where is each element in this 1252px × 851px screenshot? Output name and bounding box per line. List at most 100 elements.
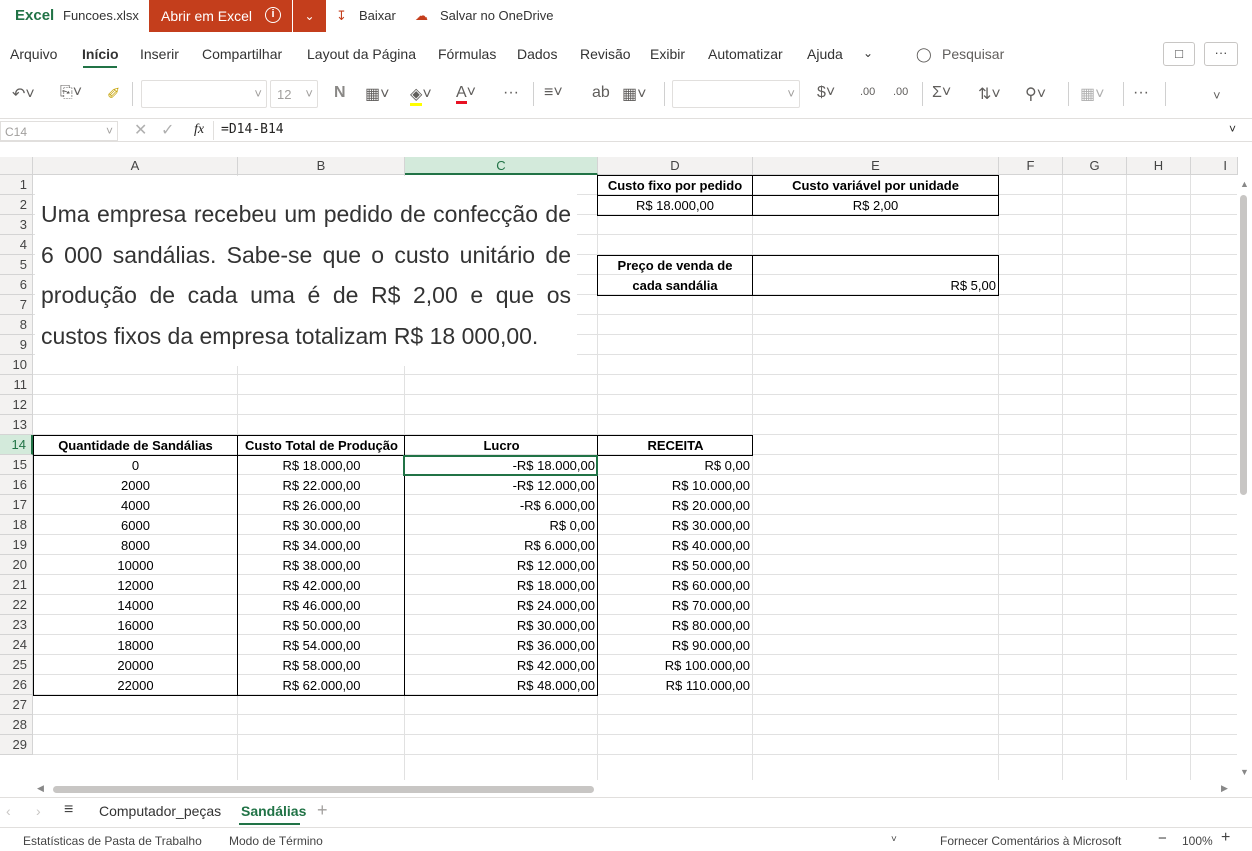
cell-d5[interactable]: Preço de venda de cada sandália (598, 256, 752, 296)
row-header-8[interactable]: 8 (0, 315, 33, 335)
cell-d1[interactable]: Custo fixo por pedido (598, 176, 752, 196)
column-header-h[interactable]: H (1127, 157, 1191, 175)
row-header-26[interactable]: 26 (0, 675, 33, 695)
row-header-9[interactable]: 9 (0, 335, 33, 355)
tab-ajuda[interactable]: Ajuda (807, 46, 843, 62)
zoom-level[interactable]: 100% (1182, 834, 1213, 848)
row-header-17[interactable]: 17 (0, 495, 33, 515)
table-cell-revenue[interactable]: R$ 20.000,00 (599, 496, 752, 516)
row-header-3[interactable]: 3 (0, 215, 33, 235)
confirm-icon[interactable]: ✓ (161, 120, 174, 140)
select-all-corner[interactable] (0, 157, 33, 175)
horizontal-scrollbar[interactable]: ◀ ▶ (33, 782, 1237, 796)
tab-automatizar[interactable]: Automatizar (708, 46, 783, 62)
cell-e5[interactable]: R$ 5,00 (753, 276, 998, 296)
table-cell-revenue[interactable]: R$ 10.000,00 (599, 476, 752, 496)
cancel-icon[interactable]: ✕ (134, 120, 147, 140)
borders-icon[interactable]: ▦˅ (365, 84, 389, 104)
row-header-12[interactable]: 12 (0, 395, 33, 415)
table-header-revenue[interactable]: RECEITA (599, 436, 752, 456)
column-header-d[interactable]: D (598, 157, 753, 175)
table-cell-revenue[interactable]: R$ 110.000,00 (599, 676, 752, 696)
sheet-tab-computador[interactable]: Computador_peças (99, 803, 221, 819)
table-cell-revenue[interactable]: R$ 40.000,00 (599, 536, 752, 556)
all-sheets-menu-icon[interactable]: ≡ (64, 801, 73, 819)
table-cell-revenue[interactable]: R$ 0,00 (599, 456, 752, 476)
vertical-scrollbar[interactable]: ▲ ▼ (1237, 175, 1252, 783)
increase-decimal-icon[interactable]: .00 (893, 86, 908, 98)
number-format-dropdown[interactable]: ˅ (672, 80, 800, 108)
tab-arquivo[interactable]: Arquivo (10, 46, 57, 62)
font-family-dropdown[interactable]: ˅ (141, 80, 267, 108)
open-options-chevron-icon[interactable]: ⌄ (293, 0, 326, 32)
row-header-15[interactable]: 15 (0, 455, 33, 475)
column-header-a[interactable]: A (33, 157, 238, 175)
row-header-28[interactable]: 28 (0, 715, 33, 735)
align-icon[interactable]: ≡˅ (544, 84, 563, 102)
row-header-4[interactable]: 4 (0, 235, 33, 255)
row-header-27[interactable]: 27 (0, 695, 33, 715)
row-header-2[interactable]: 2 (0, 195, 33, 215)
table-cell-revenue[interactable]: R$ 30.000,00 (599, 516, 752, 536)
zoom-in-icon[interactable]: + (1221, 829, 1230, 847)
table-cell-revenue[interactable]: R$ 100.000,00 (599, 656, 752, 676)
fill-color-icon[interactable]: ◈˅ (410, 84, 432, 106)
comments-icon[interactable]: □ (1163, 42, 1195, 66)
row-header-5[interactable]: 5 (0, 255, 33, 275)
tab-dados[interactable]: Dados (517, 46, 557, 62)
autosum-icon[interactable]: Σ˅ (932, 84, 951, 102)
more-font-options-icon[interactable]: ··· (503, 84, 519, 102)
search-box[interactable]: Pesquisar (942, 46, 1004, 62)
save-onedrive-link[interactable]: Salvar no OneDrive (440, 8, 553, 23)
paste-icon[interactable]: ⎘˅ (60, 84, 82, 102)
row-header-20[interactable]: 20 (0, 555, 33, 575)
decrease-decimal-icon[interactable]: .00 (860, 86, 875, 98)
formula-input[interactable]: =D14-B14 (221, 122, 284, 137)
status-chevron-icon[interactable]: ˅ (891, 834, 897, 845)
add-sheet-icon[interactable]: + (317, 800, 328, 821)
merge-icon[interactable]: ▦˅ (622, 84, 646, 104)
row-header-29[interactable]: 29 (0, 735, 33, 755)
scroll-down-icon[interactable]: ▼ (1240, 767, 1249, 777)
column-header-i[interactable]: I (1191, 157, 1238, 175)
format-painter-icon[interactable]: ✐ (107, 84, 120, 104)
row-header-6[interactable]: 6 (0, 275, 33, 295)
sheet-tab-sandalias[interactable]: Sandálias (241, 803, 306, 819)
workbook-statistics[interactable]: Estatísticas de Pasta de Trabalho (23, 834, 202, 848)
name-box[interactable]: C14 ˅ (0, 121, 118, 141)
app-brand[interactable]: Excel (15, 7, 54, 24)
row-header-24[interactable]: 24 (0, 635, 33, 655)
feedback-link[interactable]: Fornecer Comentários à Microsoft (940, 834, 1121, 848)
currency-icon[interactable]: $˅ (817, 84, 835, 102)
row-header-21[interactable]: 21 (0, 575, 33, 595)
wrap-text-icon[interactable]: ab (592, 84, 610, 102)
row-header-11[interactable]: 11 (0, 375, 33, 395)
table-cell-revenue[interactable]: R$ 70.000,00 (599, 596, 752, 616)
row-header-23[interactable]: 23 (0, 615, 33, 635)
row-header-16[interactable]: 16 (0, 475, 33, 495)
table-cell-revenue[interactable]: R$ 50.000,00 (599, 556, 752, 576)
prev-sheet-icon[interactable]: ‹ (6, 803, 11, 819)
cell-e1[interactable]: Custo variável por unidade (753, 176, 998, 196)
more-commands-icon[interactable]: ··· (1133, 84, 1149, 102)
row-header-25[interactable]: 25 (0, 655, 33, 675)
font-color-icon[interactable]: A˅ (456, 84, 476, 104)
more-tabs-chevron-icon[interactable]: ⌄ (863, 46, 873, 60)
next-sheet-icon[interactable]: › (36, 803, 41, 819)
row-header-18[interactable]: 18 (0, 515, 33, 535)
row-header-10[interactable]: 10 (0, 355, 33, 375)
table-format-icon[interactable]: ▦˅ (1080, 84, 1104, 104)
row-header-22[interactable]: 22 (0, 595, 33, 615)
expand-ribbon-chevron-icon[interactable]: ˅ (1213, 88, 1221, 103)
info-icon[interactable]: i (265, 7, 281, 23)
column-header-e[interactable]: E (753, 157, 999, 175)
tab-inicio[interactable]: Início (82, 46, 119, 62)
tab-inserir[interactable]: Inserir (140, 46, 179, 62)
cell-e2[interactable]: R$ 2,00 (753, 196, 998, 216)
font-size-dropdown[interactable]: 12 ˅ (270, 80, 318, 108)
row-header-19[interactable]: 19 (0, 535, 33, 555)
bold-button[interactable]: N (334, 84, 346, 102)
tab-layout[interactable]: Layout da Página (307, 46, 416, 62)
tab-formulas[interactable]: Fórmulas (438, 46, 496, 62)
more-options-icon[interactable]: ··· (1204, 42, 1238, 66)
